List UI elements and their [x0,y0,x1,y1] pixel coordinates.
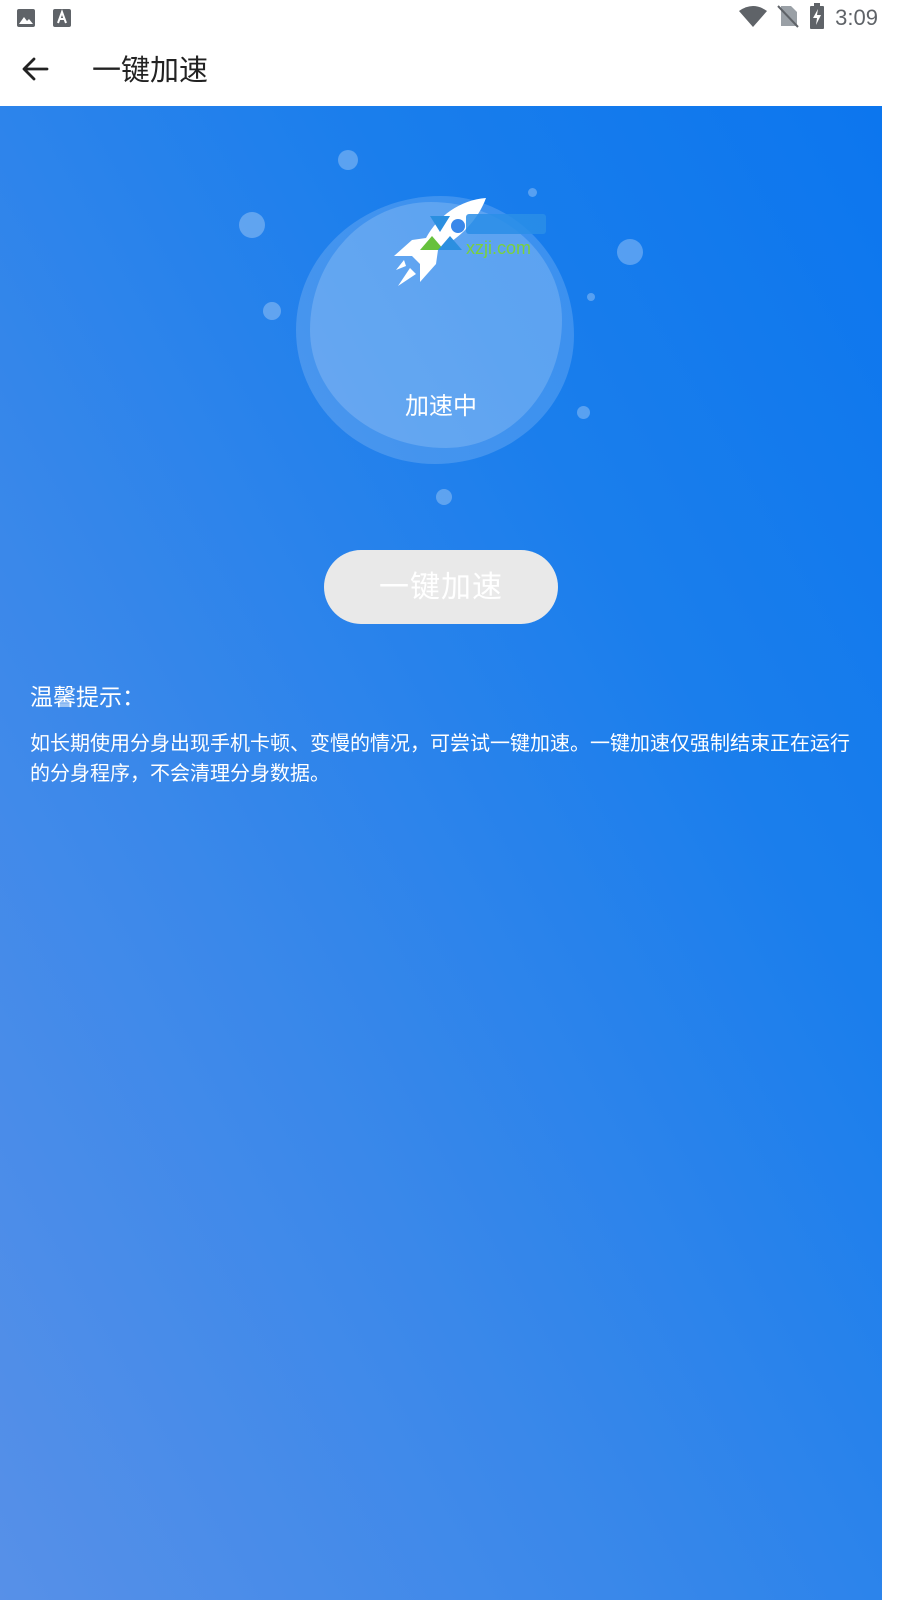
boost-panel: xzji.com 加速中 一键加速 温馨提示： 如长期使用分身出现手机卡顿、变慢… [0,106,882,1600]
bubble-decoration [577,406,590,419]
svg-text:xzji.com: xzji.com [466,238,531,258]
screen: 3:09 一键加速 xzji.com 加速中 一键加速 温馨提示： 如长期使用分… [0,0,900,1600]
no-sim-icon [777,4,799,32]
boost-status-text: 加速中 [405,392,477,420]
bubble-decoration [239,212,265,238]
wifi-icon [739,5,768,31]
boost-button[interactable]: 一键加速 [324,550,558,624]
bubble-decoration [263,302,281,320]
status-icons: 3:09 [739,3,878,33]
bubble-decoration [528,188,537,197]
back-button[interactable] [14,50,56,92]
arrow-back-icon [21,55,49,87]
status-bar: 3:09 [0,0,900,36]
tips-body: 如长期使用分身出现手机卡顿、变慢的情况，可尝试一键加速。一键加速仅强制结束正在运… [30,731,850,785]
bubble-decoration [338,150,358,170]
image-icon [16,8,36,28]
app-bar: 一键加速 [0,36,882,106]
font-icon [52,8,72,28]
bubble-decoration [436,489,452,505]
bubble-decoration [587,293,595,301]
xzji-watermark: xzji.com [416,210,556,258]
bubble-decoration [617,239,643,265]
clock: 3:09 [835,5,878,30]
battery-charging-icon [809,3,825,33]
right-edge [882,106,900,1600]
tips-title: 温馨提示： [30,685,145,711]
page-title: 一键加速 [92,53,209,87]
